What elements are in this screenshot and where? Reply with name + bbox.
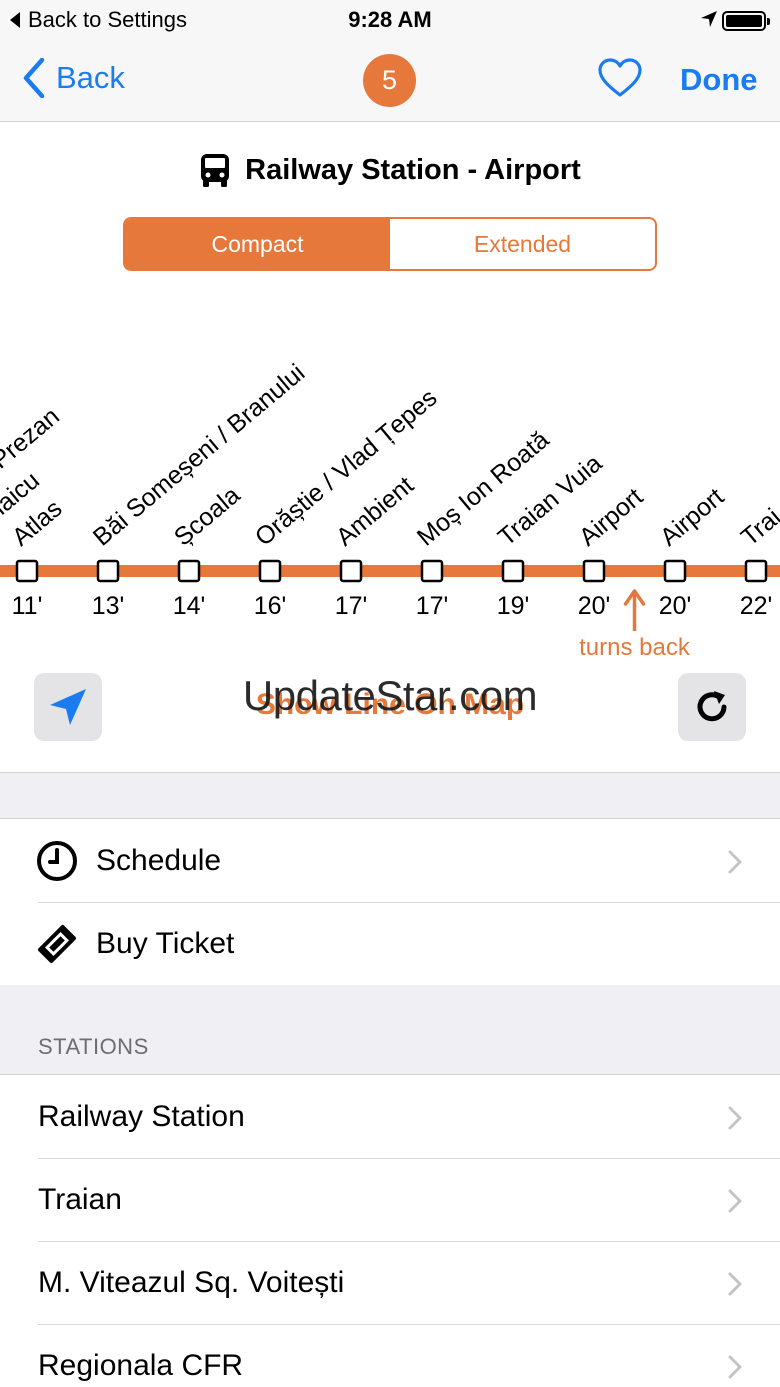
status-time: 9:28 AM: [348, 7, 432, 32]
chevron-right-icon: [728, 1189, 742, 1213]
bus-icon: [201, 154, 230, 187]
done-button[interactable]: Done: [680, 62, 758, 98]
station-name: Regionala CFR: [38, 1348, 244, 1382]
stop-marker: [501, 559, 525, 583]
refresh-icon: [697, 691, 727, 722]
station-row[interactable]: Regionala CFR: [0, 1324, 780, 1387]
stop-time-label: 20': [578, 592, 611, 620]
location-services-icon: [701, 11, 717, 27]
station-name: M. Viteazul Sq. Voitești: [38, 1265, 345, 1299]
segment-extended[interactable]: Extended: [390, 219, 655, 269]
stop-marker: [15, 559, 39, 583]
stop-marker: [663, 559, 687, 583]
chevron-right-icon: [728, 1355, 742, 1379]
status-bar: Back to Settings 9:28 AM: [0, 0, 780, 40]
stations-group: Railway Station Traian M. Viteazul Sq. V…: [0, 1074, 780, 1387]
clock-icon: [37, 841, 77, 881]
stop-time-label: 16': [254, 592, 287, 620]
stop-time-label: 17': [416, 592, 449, 620]
refresh-button[interactable]: [678, 673, 746, 741]
stop-marker: [96, 559, 120, 583]
segment-compact[interactable]: Compact: [125, 219, 390, 269]
stop-time-label: 11': [12, 592, 43, 620]
line-number-badge: 5: [363, 54, 416, 107]
stop-marker: [258, 559, 282, 583]
back-button[interactable]: Back: [22, 58, 125, 98]
stop-name-label: Trai: [736, 503, 780, 552]
station-name: Traian: [38, 1182, 122, 1216]
station-row[interactable]: Traian: [0, 1158, 780, 1241]
station-row[interactable]: Railway Station: [0, 1075, 780, 1158]
ticket-icon: [38, 925, 76, 963]
stop-marker: [339, 559, 363, 583]
buy-ticket-row[interactable]: Buy Ticket: [0, 902, 780, 985]
route-title: Railway Station - Airport: [0, 152, 780, 188]
stop-time-label: 22': [740, 592, 773, 620]
stop-marker: [744, 559, 768, 583]
battery-icon: [722, 11, 770, 31]
actions-group: Schedule Buy Ticket: [0, 818, 780, 986]
station-row[interactable]: M. Viteazul Sq. Voitești: [0, 1241, 780, 1324]
stop-name-label: Airport: [655, 483, 729, 552]
back-button-label: Back: [56, 60, 125, 95]
stop-time-label: 20': [659, 592, 692, 620]
favorite-heart-icon[interactable]: [597, 58, 643, 98]
chevron-right-icon: [728, 1272, 742, 1296]
section-spacer: [0, 985, 780, 1075]
chevron-right-icon: [728, 1106, 742, 1130]
top-bar: Back to Settings 9:28 AM Back 5 Done: [0, 0, 780, 122]
turns-back-label: turns back: [579, 634, 691, 661]
stations-section-header: STATIONS: [38, 1034, 149, 1059]
schedule-row[interactable]: Schedule: [0, 819, 780, 902]
route-title-text: Railway Station - Airport: [245, 153, 581, 186]
buy-ticket-label: Buy Ticket: [96, 926, 235, 960]
station-name: Railway Station: [38, 1099, 245, 1133]
line-diagram: Atlasui / Aurel VlaicuC. Prezan11'Băi So…: [0, 359, 780, 661]
stop-time-label: 14': [173, 592, 206, 620]
stop-marker: [420, 559, 444, 583]
stop-marker: [177, 559, 201, 583]
schedule-label: Schedule: [96, 843, 222, 877]
stop-name-label: Airport: [574, 483, 648, 552]
chevron-left-icon: [23, 58, 45, 98]
stop-time-label: 17': [335, 592, 368, 620]
view-mode-segmented-control: Compact Extended: [123, 217, 657, 271]
show-line-on-map-button[interactable]: Show Line On Map: [0, 688, 780, 722]
stop-time-label: 13': [92, 592, 125, 620]
chevron-right-icon: [728, 850, 742, 874]
stop-time-label: 19': [497, 592, 530, 620]
stop-marker: [582, 559, 606, 583]
section-spacer: [0, 773, 780, 819]
stop-name-label: Școala: [169, 481, 246, 552]
